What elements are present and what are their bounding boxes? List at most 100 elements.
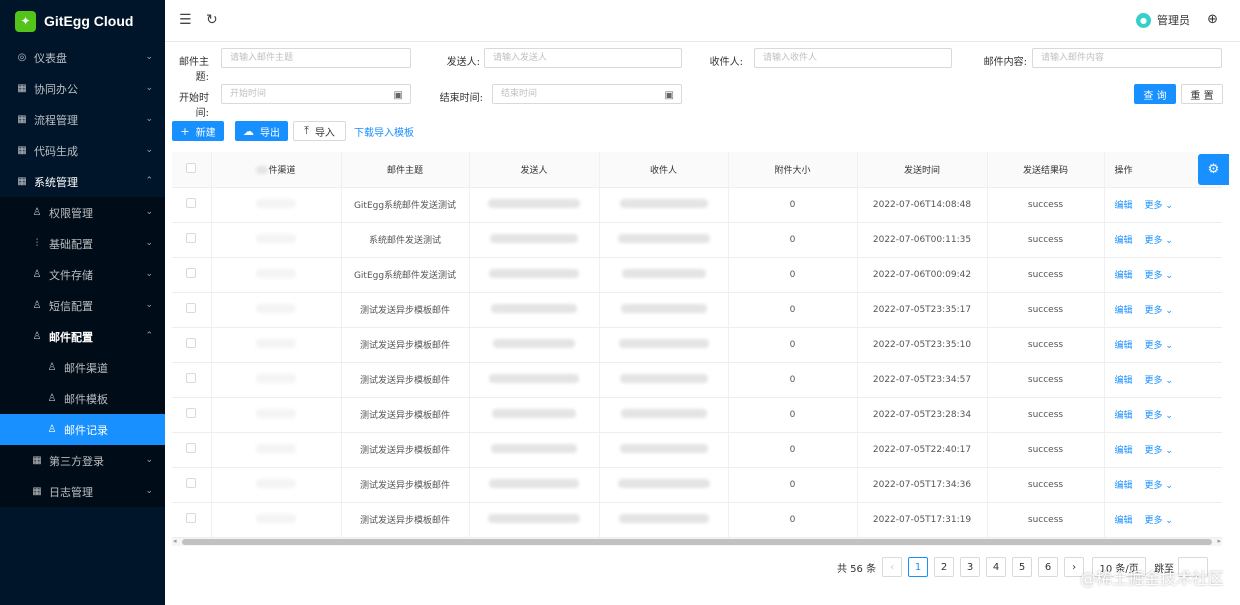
- logo[interactable]: ✦ GitEgg Cloud: [0, 0, 165, 42]
- query-button[interactable]: 查 询: [1134, 84, 1176, 104]
- horizontal-scrollbar[interactable]: ◂ ▸: [172, 537, 1222, 546]
- sidebar-item-mail-template[interactable]: ♙ 邮件模板: [0, 383, 165, 414]
- reset-button[interactable]: 重 置: [1181, 84, 1223, 104]
- more-dropdown[interactable]: 更多 ⌄: [1145, 236, 1173, 246]
- sidebar-item-mail-channel[interactable]: ♙ 邮件渠道: [0, 352, 165, 383]
- globe-icon[interactable]: ⊕: [1207, 12, 1218, 27]
- sidebar-item-third-login[interactable]: ▦ 第三方登录 ⌄: [0, 445, 165, 476]
- subject-input[interactable]: 请输入邮件主题: [221, 48, 411, 68]
- row-checkbox[interactable]: [186, 478, 197, 488]
- edit-link[interactable]: 编辑: [1115, 201, 1133, 211]
- prev-page-button[interactable]: ‹: [882, 557, 903, 577]
- table-row[interactable]: 测试发送异步模板邮件 0 2022-07-05T17:34:36 success 编辑 更…: [172, 467, 1222, 503]
- sidebar-item-log[interactable]: ▦ 日志管理 ⌄: [0, 476, 165, 507]
- row-checkbox[interactable]: [186, 338, 197, 348]
- table-row[interactable]: GitEgg系统邮件发送测试 0 2022-07-06T00:09:42 succes…: [172, 257, 1222, 293]
- receiver-label: 收件人:: [709, 57, 743, 68]
- table-row[interactable]: 测试发送异步模板邮件 0 2022-07-05T22:40:17 success 编辑 更…: [172, 432, 1222, 468]
- edit-link[interactable]: 编辑: [1115, 271, 1133, 281]
- row-checkbox[interactable]: [186, 443, 197, 453]
- end-time-picker[interactable]: 结束时间 ▣: [492, 84, 682, 104]
- page-6[interactable]: 6: [1038, 557, 1059, 577]
- row-checkbox[interactable]: [186, 268, 197, 278]
- scrollbar-thumb[interactable]: [182, 539, 1212, 545]
- user-menu[interactable]: ● 管理员: [1136, 12, 1190, 28]
- col-size: 附件大小: [728, 152, 858, 188]
- edit-link[interactable]: 编辑: [1115, 306, 1133, 316]
- export-button[interactable]: ☁ 导出: [235, 121, 288, 141]
- receiver-input[interactable]: 请输入收件人: [754, 48, 952, 68]
- cell-channel: [211, 502, 342, 538]
- cell-subject: 测试发送异步模板邮件: [341, 397, 470, 433]
- start-time-picker[interactable]: 开始时间 ▣: [221, 84, 411, 104]
- more-dropdown[interactable]: 更多 ⌄: [1145, 341, 1173, 351]
- edit-link[interactable]: 编辑: [1115, 341, 1133, 351]
- gear-icon: ⚙: [1207, 162, 1220, 177]
- sidebar-item-permission[interactable]: ♙ 权限管理 ⌄: [0, 197, 165, 228]
- content-label: 邮件内容:: [983, 57, 1027, 68]
- new-button[interactable]: + 新建: [172, 121, 224, 141]
- content-input[interactable]: 请输入邮件内容: [1032, 48, 1222, 68]
- download-template-link[interactable]: 下载导入模板: [354, 121, 414, 141]
- more-dropdown[interactable]: 更多 ⌄: [1145, 411, 1173, 421]
- chevron-down-icon: ⌄: [1165, 236, 1173, 246]
- cell-result: success: [987, 257, 1105, 293]
- edit-link[interactable]: 编辑: [1115, 236, 1133, 246]
- row-checkbox[interactable]: [186, 233, 197, 243]
- edit-link[interactable]: 编辑: [1115, 376, 1133, 386]
- sidebar-item-dashboard[interactable]: ◎ 仪表盘 ⌄: [0, 42, 165, 73]
- more-dropdown[interactable]: 更多 ⌄: [1145, 446, 1173, 456]
- page-2[interactable]: 2: [934, 557, 955, 577]
- row-checkbox[interactable]: [186, 303, 197, 313]
- edit-link[interactable]: 编辑: [1115, 516, 1133, 526]
- cell-receiver: [599, 327, 729, 363]
- more-dropdown[interactable]: 更多 ⌄: [1145, 271, 1173, 281]
- more-dropdown[interactable]: 更多 ⌄: [1145, 201, 1173, 211]
- sidebar-item-flow[interactable]: ▦ 流程管理 ⌄: [0, 104, 165, 135]
- sidebar-item-mail-config[interactable]: ♙ 邮件配置 ⌃: [0, 321, 165, 352]
- menu-fold-icon[interactable]: ☰: [179, 12, 192, 28]
- sender-input[interactable]: 请输入发送人: [484, 48, 682, 68]
- more-dropdown[interactable]: 更多 ⌄: [1145, 376, 1173, 386]
- table-row[interactable]: GitEgg系统邮件发送测试 0 2022-07-06T14:08:48 succes…: [172, 187, 1222, 223]
- user-icon: ♙: [32, 331, 42, 342]
- row-checkbox[interactable]: [186, 408, 197, 418]
- page-5[interactable]: 5: [1012, 557, 1033, 577]
- page-1[interactable]: 1: [908, 557, 929, 577]
- sidebar-item-mail-record[interactable]: ♙ 邮件记录: [0, 414, 165, 445]
- more-dropdown[interactable]: 更多 ⌄: [1145, 516, 1173, 526]
- table-row[interactable]: 测试发送异步模板邮件 0 2022-07-05T23:35:10 success 编辑 更…: [172, 327, 1222, 363]
- edit-link[interactable]: 编辑: [1115, 411, 1133, 421]
- edit-link[interactable]: 编辑: [1115, 481, 1133, 491]
- sidebar-item-file-storage[interactable]: ♙ 文件存储 ⌄: [0, 259, 165, 290]
- table-row[interactable]: 测试发送异步模板邮件 0 2022-07-05T17:31:19 success 编辑 更…: [172, 502, 1222, 538]
- column-settings-button[interactable]: ⚙: [1198, 154, 1229, 185]
- sidebar-item-base-config[interactable]: ⫶ 基础配置 ⌄: [0, 228, 165, 259]
- table-row[interactable]: 测试发送异步模板邮件 0 2022-07-05T23:28:34 success 编辑 更…: [172, 397, 1222, 433]
- refresh-icon[interactable]: ↻: [206, 12, 218, 28]
- more-dropdown[interactable]: 更多 ⌄: [1145, 481, 1173, 491]
- select-all-checkbox[interactable]: [186, 162, 197, 173]
- chevron-down-icon: ⌄: [1165, 201, 1173, 211]
- sidebar-item-code[interactable]: ▦ 代码生成 ⌄: [0, 135, 165, 166]
- sidebar-item-system[interactable]: ▦ 系统管理 ⌃: [0, 166, 165, 197]
- table-row[interactable]: 测试发送异步模板邮件 0 2022-07-05T23:34:57 success 编辑 更…: [172, 362, 1222, 398]
- import-button[interactable]: ⤒ 导入: [293, 121, 346, 141]
- page-4[interactable]: 4: [986, 557, 1007, 577]
- sidebar-item-office[interactable]: ▦ 协同办公 ⌄: [0, 73, 165, 104]
- cell-actions: 编辑 更多 ⌄: [1104, 292, 1222, 328]
- cell-sender: [469, 467, 600, 503]
- edit-link[interactable]: 编辑: [1115, 446, 1133, 456]
- row-checkbox[interactable]: [186, 513, 197, 523]
- table-row[interactable]: 系统邮件发送测试 0 2022-07-06T00:11:35 success 编辑 更多 …: [172, 222, 1222, 258]
- cell-sender: [469, 292, 600, 328]
- total-count: 共 56 条: [837, 563, 877, 575]
- sidebar-item-sms-config[interactable]: ♙ 短信配置 ⌄: [0, 290, 165, 321]
- cell-channel: [211, 187, 342, 223]
- table-row[interactable]: 测试发送异步模板邮件 0 2022-07-05T23:35:17 success 编辑 更…: [172, 292, 1222, 328]
- row-checkbox[interactable]: [186, 373, 197, 383]
- cell-actions: 编辑 更多 ⌄: [1104, 502, 1222, 538]
- more-dropdown[interactable]: 更多 ⌄: [1145, 306, 1173, 316]
- page-3[interactable]: 3: [960, 557, 981, 577]
- row-checkbox[interactable]: [186, 198, 197, 208]
